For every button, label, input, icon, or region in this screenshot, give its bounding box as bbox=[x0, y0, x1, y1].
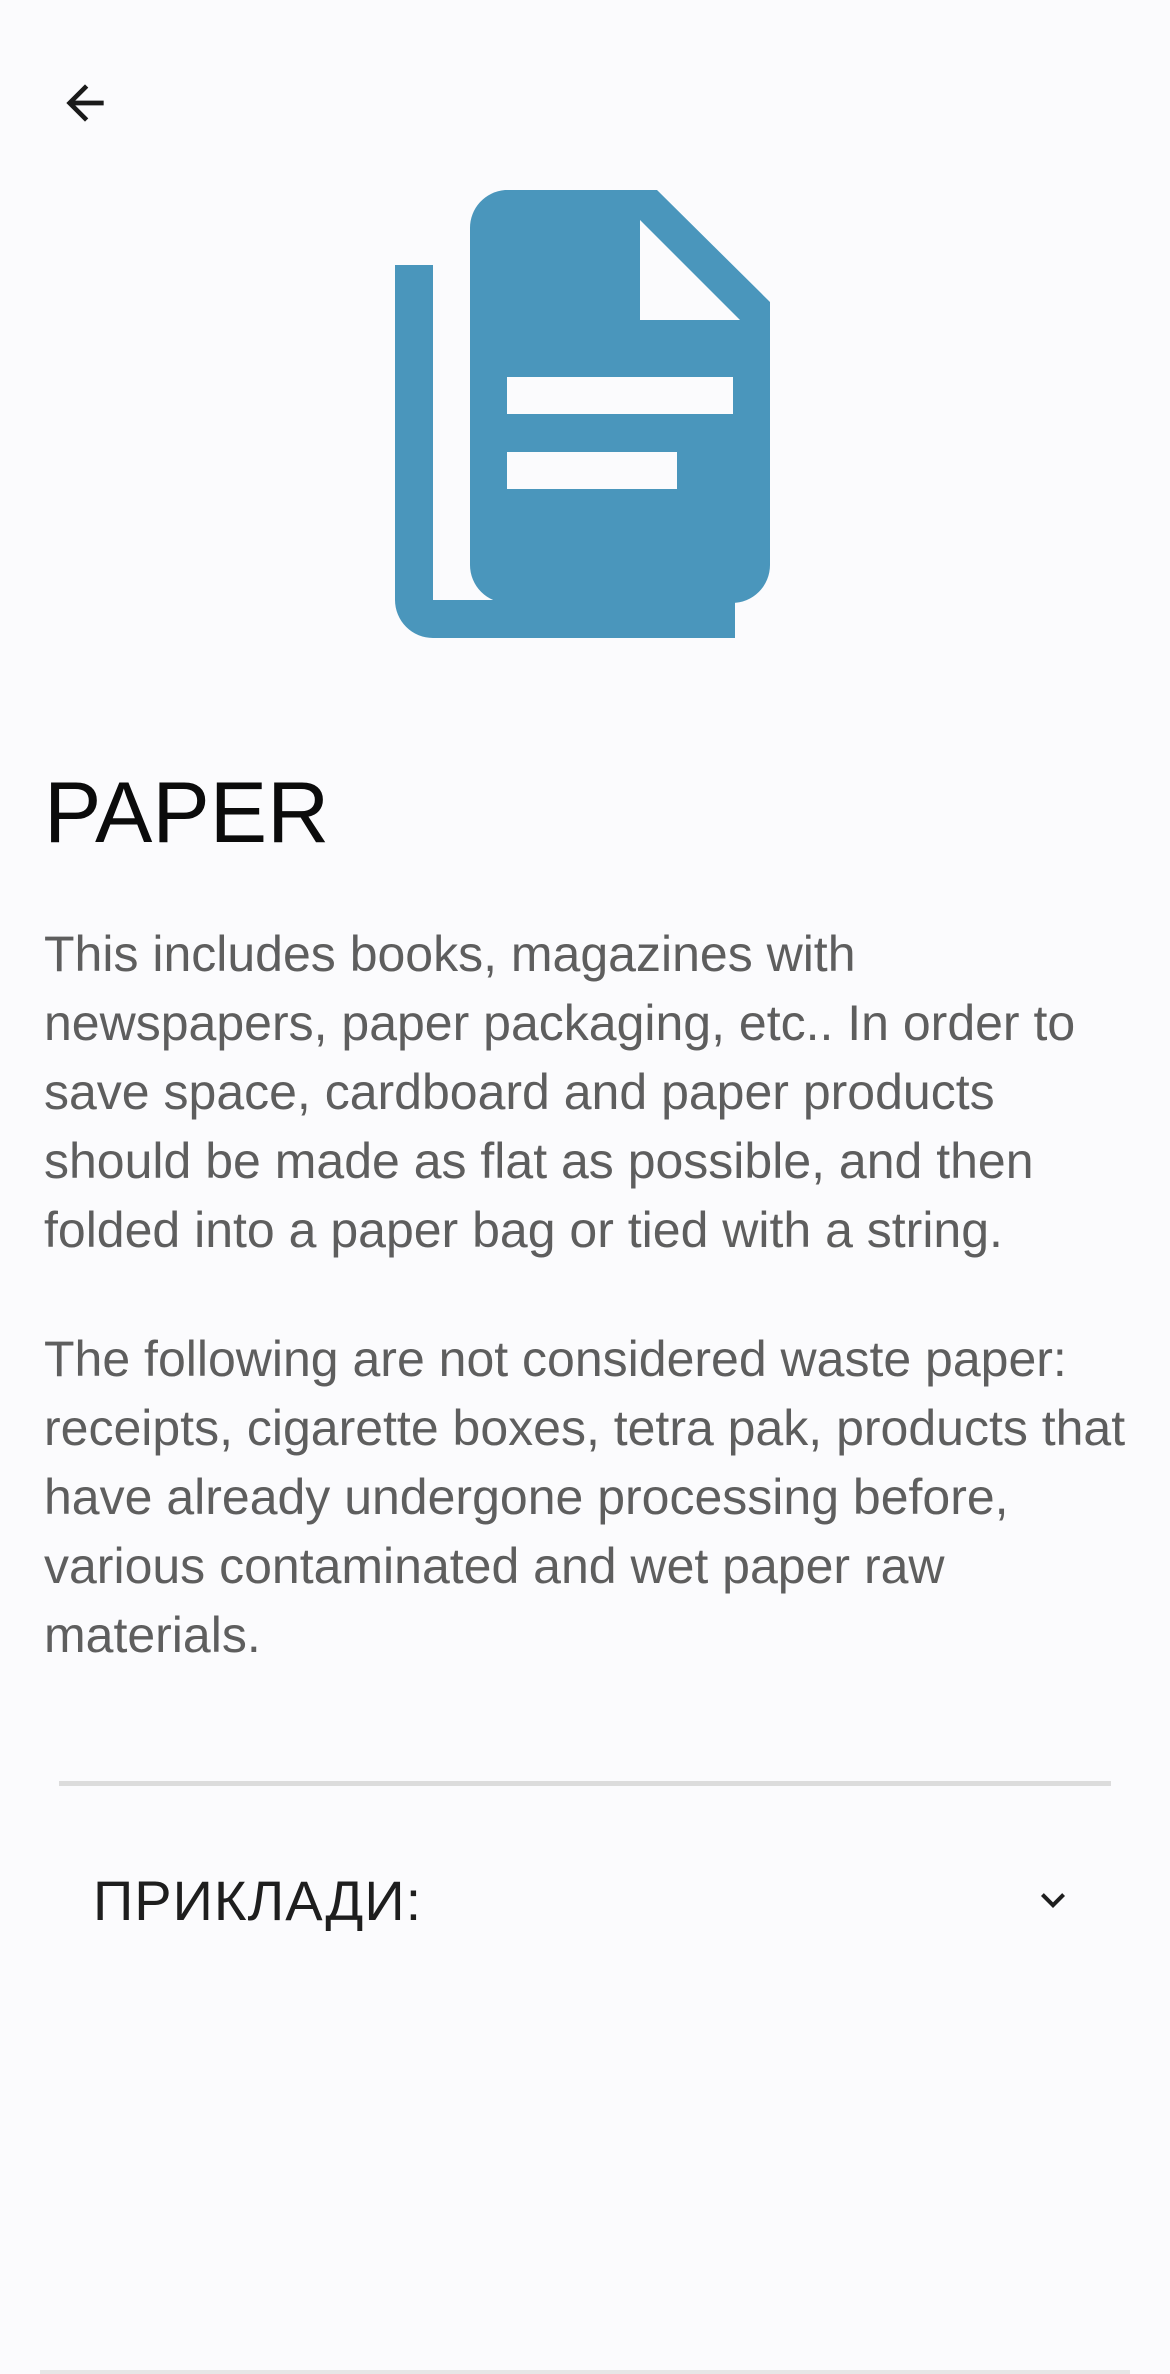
examples-label: ПРИКЛАДИ: bbox=[93, 1868, 423, 1932]
page-title: PAPER bbox=[44, 765, 330, 861]
chevron-down-icon bbox=[1029, 1876, 1077, 1924]
arrow-left-icon bbox=[57, 75, 113, 136]
exclusions-paragraph: The following are not considered waste p… bbox=[44, 1331, 1126, 1663]
description-paragraph: This includes books, magazines with news… bbox=[44, 926, 1076, 1258]
bottom-divider bbox=[40, 2370, 1130, 2374]
divider bbox=[59, 1781, 1111, 1786]
document-copy-icon bbox=[395, 190, 775, 640]
back-button[interactable] bbox=[40, 60, 130, 150]
examples-accordion[interactable]: ПРИКЛАДИ: bbox=[59, 1840, 1111, 1960]
